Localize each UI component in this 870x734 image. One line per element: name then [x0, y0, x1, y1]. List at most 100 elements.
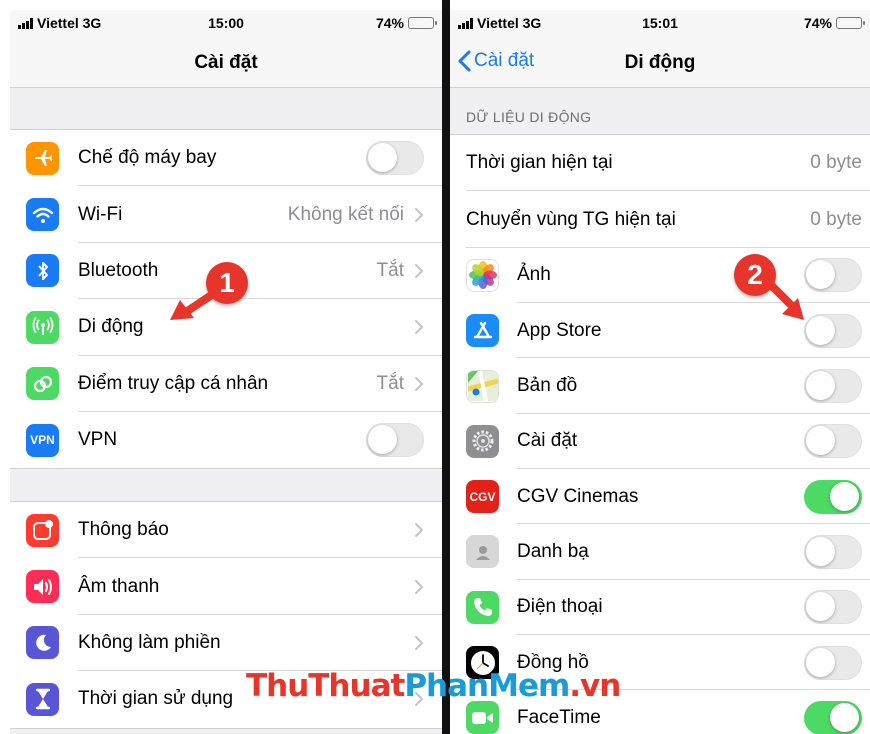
battery-percent: 74%	[803, 15, 832, 31]
row-label: VPN	[78, 429, 118, 451]
watermark-part3: .vn	[569, 668, 621, 704]
status-bar: Viettel 3G 15:01 74%	[450, 10, 870, 36]
app-label: App Store	[517, 319, 602, 341]
app-label: FaceTime	[517, 706, 601, 728]
chevron-right-icon	[415, 207, 423, 222]
battery-icon	[836, 17, 865, 29]
toggle-switch[interactable]	[804, 424, 862, 459]
row-label: Bluetooth	[78, 259, 159, 281]
chevron-right-icon	[415, 523, 423, 538]
settings-row[interactable]: Điểm truy cập cá nhân Tắt	[10, 355, 442, 412]
settings-row[interactable]: Wi-Fi Không kết nối	[10, 186, 442, 243]
app-label: Bản đồ	[517, 375, 578, 397]
status-bar: Viettel 3G 15:00 74%	[10, 10, 442, 36]
row-label: Di động	[78, 316, 144, 338]
app-row[interactable]: CGV CGV Cinemas	[450, 468, 870, 525]
toggle-knob	[806, 315, 835, 345]
vpn-icon: VPN	[26, 423, 59, 457]
tutorial-screenshot: Viettel 3G 15:00 74% Cài đặt Chế độ máy …	[0, 0, 870, 734]
row-label: Wi-Fi	[78, 203, 123, 225]
toggle-switch[interactable]	[804, 479, 862, 514]
row-label: Thông báo	[78, 519, 169, 541]
moon-icon	[26, 626, 59, 660]
page-title: Di động	[624, 52, 696, 73]
cgv-icon: CGV	[466, 480, 499, 514]
settings-row[interactable]: VPN VPN	[10, 411, 442, 469]
app-row[interactable]: Điện thoại	[450, 579, 870, 635]
settings-row[interactable]: Chế độ máy bay	[10, 130, 442, 187]
app-label: Ảnh	[517, 264, 551, 286]
wifi-icon	[26, 198, 59, 232]
nav-bar: Cài đặt	[10, 36, 442, 88]
section-header: DỮ LIỆU DI ĐỘNG	[466, 109, 592, 125]
toggle-switch[interactable]	[804, 313, 862, 348]
cellular-data-group: Thời gian hiện tại 0 byte Chuyển vùng TG h…	[450, 134, 870, 734]
settings-row[interactable]: Thông báo	[10, 502, 442, 559]
row-label: Âm thanh	[78, 575, 160, 597]
row-label: Thời gian sử dụng	[78, 688, 234, 710]
cellular-icon	[26, 310, 59, 344]
settings-row[interactable]: Không làm phiền	[10, 614, 442, 672]
toggle-switch[interactable]	[804, 700, 862, 734]
battery-icon	[408, 17, 437, 29]
toggle-switch[interactable]	[366, 141, 424, 176]
toggle-knob	[368, 143, 397, 173]
toggle-knob	[368, 425, 397, 455]
chevron-right-icon	[415, 579, 423, 594]
row-value: Không kết nối	[287, 203, 404, 225]
nav-bar: Cài đặt Di động	[450, 36, 870, 88]
app-label: Điện thoại	[517, 596, 603, 618]
usage-value: 0 byte	[810, 152, 862, 174]
usage-row: Thời gian hiện tại 0 byte	[450, 135, 870, 192]
toggle-switch[interactable]	[804, 369, 862, 404]
toggle-knob	[806, 592, 835, 622]
toggle-knob	[830, 702, 859, 732]
toggle-knob	[806, 426, 835, 456]
toggle-knob	[806, 260, 835, 290]
screen-divider	[442, 0, 450, 734]
settings-row[interactable]: Di động	[10, 299, 442, 356]
toggle-switch[interactable]	[804, 590, 862, 625]
step-arrow-1	[170, 288, 220, 320]
usage-value: 0 byte	[810, 208, 862, 230]
hourglass-icon	[26, 682, 59, 716]
row-value: Tắt	[376, 259, 404, 281]
toggle-knob	[830, 481, 859, 511]
app-label: Danh bạ	[517, 540, 589, 562]
hotspot-icon	[26, 367, 59, 401]
bluetooth-icon	[26, 254, 59, 288]
watermark-logo: ThuThuatPhanMem.vn	[246, 668, 621, 704]
app-row[interactable]: Bản đồ	[450, 358, 870, 414]
toggle-switch[interactable]	[804, 258, 862, 293]
toggle-knob	[806, 371, 835, 401]
watermark-part1: ThuThuat	[246, 668, 405, 704]
app-row[interactable]: Danh bạ	[450, 524, 870, 580]
usage-label: Chuyển vùng TG hiện tại	[466, 208, 676, 230]
photos-icon	[466, 258, 499, 292]
phone-icon	[466, 590, 499, 624]
row-value: Tắt	[376, 372, 404, 394]
battery-percent: 74%	[375, 15, 404, 31]
toggle-switch[interactable]	[804, 534, 862, 569]
row-label: Chế độ máy bay	[78, 147, 217, 169]
facetime-icon	[466, 701, 499, 734]
notifications-icon	[26, 513, 59, 547]
row-label: Điểm truy cập cá nhân	[78, 372, 269, 394]
watermark-part2: PhanMem	[404, 668, 570, 704]
settings-row[interactable]: Âm thanh	[10, 558, 442, 615]
maps-icon	[466, 369, 499, 403]
row-label: Không làm phiền	[78, 631, 221, 653]
usage-row: Chuyển vùng TG hiện tại 0 byte	[450, 191, 870, 248]
app-label: CGV Cinemas	[517, 485, 639, 507]
app-store-icon	[466, 314, 499, 348]
step-arrow-2	[766, 280, 804, 320]
app-row[interactable]: Cài đặt	[450, 413, 870, 469]
settings-icon	[466, 424, 499, 458]
app-label: Cài đặt	[517, 430, 578, 452]
airplane-icon	[26, 141, 59, 175]
sound-icon	[26, 570, 59, 604]
chevron-right-icon	[415, 320, 423, 335]
toggle-switch[interactable]	[366, 423, 424, 458]
cellular-screen: Viettel 3G 15:01 74% Cài đặt Di động DỮ …	[450, 10, 870, 734]
toggle-switch[interactable]	[804, 645, 862, 680]
